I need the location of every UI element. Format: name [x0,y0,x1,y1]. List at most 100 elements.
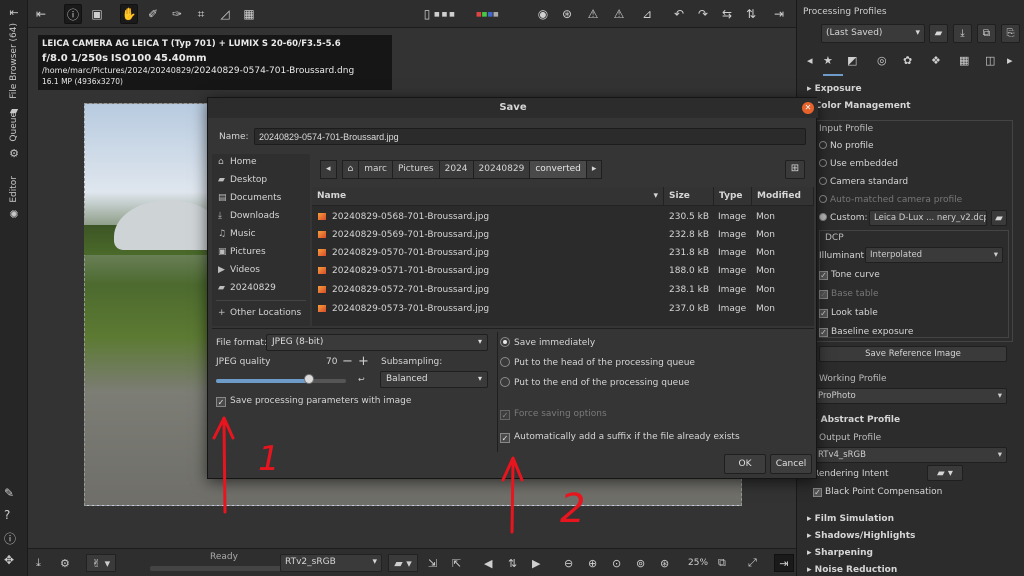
tab-exposure-icon[interactable]: ◩ [847,54,857,67]
section-abstract-profile[interactable]: ▸ Abstract Profile [813,415,900,425]
output-profile-select[interactable]: RTv2_sRGB ▾ [280,554,382,572]
gamut-warning-icon[interactable]: ⇱ [452,554,461,572]
subsampling-select[interactable]: Balanced ▾ [380,371,488,388]
white-balance-icon[interactable]: ✑ [168,4,186,24]
channel-dots-icon[interactable]: ■ ■ ■ [434,4,455,24]
check-look-table[interactable]: ✓ Look table [819,308,878,318]
perspective-icon[interactable]: ▦ [240,4,258,24]
warning-over-icon[interactable]: ⚠ [610,4,628,24]
checkbox-save-params[interactable]: ✓ Save processing parameters with image [216,396,411,407]
illuminant-select[interactable]: Interpolated ▾ [865,247,1003,263]
place-videos[interactable]: ▶ Videos [218,265,260,275]
radio-use-embedded[interactable]: Use embedded [819,159,898,169]
check-base-table[interactable]: ✓ Base table [819,289,879,299]
table-row[interactable]: 20240829-0573-701-Broussard.jpg 237.0 kB I… [312,300,814,318]
crumb-20240829[interactable]: 20240829 [472,160,531,179]
plus-icon[interactable]: + [358,354,369,369]
column-type[interactable]: Type [714,187,752,206]
cancel-button[interactable]: Cancel [770,454,812,474]
section-shadows-highlights[interactable]: ▸ Shadows/Highlights [807,531,915,541]
copy-profile-icon[interactable]: ⧉ [977,24,996,43]
crumb-converted[interactable]: converted [529,160,587,179]
pen-icon[interactable]: ✎ [4,486,14,500]
tab-editor[interactable]: Editor ✺ [2,176,26,221]
table-row[interactable]: 20240829-0572-701-Broussard.jpg 238.1 kB I… [312,281,814,299]
table-row[interactable]: 20240829-0568-701-Broussard.jpg 230.5 kB I… [312,208,814,226]
move-icon[interactable]: ✥ [4,553,14,567]
crop-icon[interactable]: ⌗ [192,4,210,24]
warning-under-icon[interactable]: ⚠ [584,4,602,24]
paste-profile-icon[interactable]: ⎘ [1001,24,1020,43]
tab-queue[interactable]: Queue ⚙ [2,112,26,160]
section-color-management[interactable]: ▾ Color Management [807,101,911,111]
place-documents[interactable]: ▤ Documents [218,193,281,203]
section-film-simulation[interactable]: ▸ Film Simulation [807,514,894,524]
tab-transform-icon[interactable]: ▦ [959,54,969,67]
tab-wavelet-icon[interactable]: ❖ [931,54,941,67]
rendering-intent-select[interactable]: ▰ ▾ [927,465,963,481]
minus-icon[interactable]: − [342,354,353,369]
path-back-icon[interactable]: ◂ [320,160,337,179]
tab-color-icon[interactable]: ✿ [903,54,912,67]
zoom-fit-crop-icon[interactable]: ⊛ [660,554,669,572]
queue-add-icon[interactable]: ⚙ [60,554,70,572]
mercedes-icon[interactable]: ⊛ [558,4,576,24]
path-forward-icon[interactable]: ▸ [585,160,603,179]
check-baseline-exposure[interactable]: ✓ Baseline exposure [819,327,913,337]
radio-custom[interactable]: Custom: [819,213,868,223]
fullscreen-icon[interactable]: ⤢ [748,554,757,572]
place-downloads[interactable]: ⤓ Downloads [218,211,279,221]
check-black-point[interactable]: ✓ Black Point Compensation [813,487,942,497]
file-format-select[interactable]: JPEG (8-bit) ▾ [266,334,488,351]
jpeg-quality-slider[interactable] [216,379,346,383]
checkbox-force-saving[interactable]: ✓ Force saving options [500,409,607,420]
place-home[interactable]: ⌂ Home [218,157,257,167]
working-profile-select[interactable]: ProPhoto ▾ [813,388,1007,404]
straighten-icon[interactable]: ◿ [216,4,234,24]
zoom-fit-icon[interactable]: ⊚ [636,554,645,572]
info-toggle-icon[interactable]: ⓘ [64,4,82,24]
sync-icon[interactable]: ⇅ [508,554,517,572]
save-image-icon[interactable]: ⤓ [36,554,41,572]
radio-save-immediately[interactable]: Save immediately [500,337,595,348]
collapse-left-icon[interactable]: ⇤ [32,4,50,24]
tab-favorites-icon[interactable]: ◂ [807,54,813,67]
place-20240829[interactable]: ▰ 20240829 [218,283,276,293]
place-pictures[interactable]: ▣ Pictures [218,247,266,257]
radio-queue-head[interactable]: Put to the head of the processing queue [500,357,695,368]
histogram-icon[interactable]: ⊿ [638,4,656,24]
zoom-100-icon[interactable]: ⊙ [612,554,621,572]
section-exposure[interactable]: ▸ Exposure [807,84,862,94]
color-picker-icon[interactable]: ✐ [144,4,162,24]
open-profile-icon[interactable]: ▰ [929,24,948,43]
profile-select[interactable]: (Last Saved) ▾ [821,24,925,43]
focus-mask-icon[interactable]: ◉ [534,4,552,24]
collapse-panel-icon[interactable]: ⇥ [774,554,794,572]
crumb-marc[interactable]: marc [358,160,393,179]
next-image-icon[interactable]: ▶ [532,554,540,572]
zoom-in-icon[interactable]: ⊕ [588,554,597,572]
custom-profile-field[interactable]: Leica D-Lux ... nery_v2.dcp [869,210,987,226]
path-home-icon[interactable]: ⌂ [341,160,360,179]
place-music[interactable]: ♫ Music [218,229,256,239]
new-folder-icon[interactable]: ⊞ [785,160,805,179]
tab-star-icon[interactable]: ★ [823,54,833,67]
flip-horizontal-icon[interactable]: ⇆ [718,4,736,24]
jpeg-quality-value[interactable]: 70 [326,357,337,367]
before-after-icon[interactable]: ▣ [88,4,106,24]
place-other-locations[interactable]: + Other Locations [218,308,301,318]
soft-proof-icon[interactable]: ⇲ [428,554,437,572]
zoom-out-icon[interactable]: ⊖ [564,554,573,572]
crumb-pictures[interactable]: Pictures [391,160,440,179]
external-editor-icon[interactable]: ✌ ▾ [86,554,116,572]
tab-raw-icon[interactable]: ◫ [985,54,995,67]
column-modified[interactable]: Modified [752,187,814,206]
hand-tool-icon[interactable]: ✋ [120,4,138,24]
table-row[interactable]: 20240829-0569-701-Broussard.jpg 232.8 kB I… [312,226,814,244]
filename-input[interactable] [254,128,806,145]
checkbox-auto-suffix[interactable]: ✓ Automatically add a suffix if the file … [500,432,740,443]
rotate-left-icon[interactable]: ↶ [670,4,688,24]
close-icon[interactable]: ✕ [802,102,814,114]
help-icon[interactable]: ? [4,508,10,522]
radio-queue-end[interactable]: Put to the end of the processing queue [500,377,689,388]
